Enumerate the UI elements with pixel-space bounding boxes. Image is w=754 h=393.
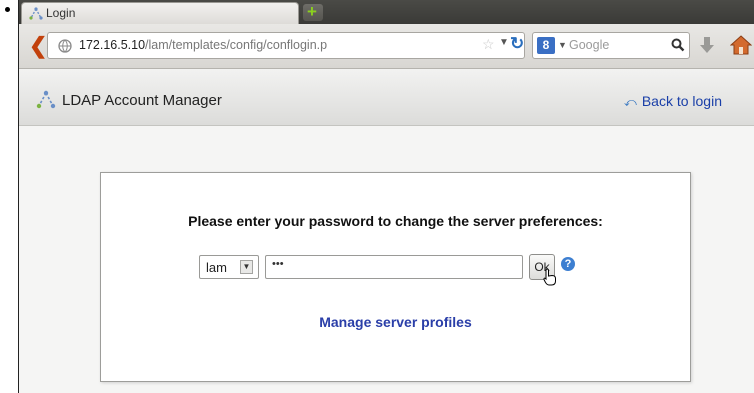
back-to-login-label: Back to login bbox=[641, 93, 722, 109]
download-icon[interactable] bbox=[699, 36, 715, 59]
password-value: ••• bbox=[272, 258, 284, 270]
url-text: 172.16.5.10/lam/templates/config/conflog… bbox=[79, 38, 327, 52]
url-path: /lam/templates/config/conflogin.p bbox=[145, 38, 328, 52]
search-icon[interactable] bbox=[671, 38, 685, 57]
tab-strip: Login + bbox=[19, 0, 754, 24]
new-tab-button[interactable]: + bbox=[303, 2, 323, 21]
url-bar[interactable]: 172.16.5.10/lam/templates/config/conflog… bbox=[47, 32, 525, 59]
bookmark-star-icon[interactable]: ☆ bbox=[482, 36, 495, 53]
tab-login[interactable]: Login bbox=[21, 2, 299, 24]
back-to-login-link[interactable]: ⤺ Back to login bbox=[624, 93, 722, 110]
engine-dropdown-icon[interactable]: ▼ bbox=[558, 40, 567, 50]
browser-screenshot: Login + ❮ 172.16.5.10/lam/templates/conf… bbox=[18, 0, 754, 393]
lam-header: LDAP Account Manager ⤺ Back to login bbox=[19, 69, 754, 126]
search-engine-icon[interactable]: 8 bbox=[537, 37, 555, 54]
server-profile-select[interactable]: lam ▼ bbox=[199, 255, 259, 279]
site-identity-icon[interactable] bbox=[58, 39, 72, 58]
tab-label: Login bbox=[46, 6, 76, 20]
list-bullet bbox=[5, 7, 10, 12]
page-content: LDAP Account Manager ⤺ Back to login Plea… bbox=[19, 69, 754, 393]
home-icon[interactable] bbox=[729, 34, 753, 61]
back-arrow-icon[interactable]: ❮ bbox=[29, 35, 47, 57]
help-icon[interactable]: ? bbox=[561, 257, 575, 271]
hand-cursor-icon bbox=[543, 268, 557, 291]
login-box: Please enter your password to change the… bbox=[100, 172, 691, 382]
password-field[interactable]: ••• bbox=[265, 255, 523, 279]
select-arrow-icon: ▼ bbox=[240, 260, 253, 274]
manage-server-profiles-link[interactable]: Manage server profiles bbox=[101, 314, 690, 330]
search-bar[interactable]: 8 ▼ Google bbox=[532, 32, 690, 59]
back-arrow-small-icon: ⤺ bbox=[624, 95, 637, 109]
server-profile-value: lam bbox=[206, 260, 227, 275]
reload-icon[interactable]: ↻ bbox=[510, 34, 524, 54]
login-prompt: Please enter your password to change the… bbox=[188, 213, 603, 229]
history-dropdown-icon[interactable]: ▼ bbox=[499, 37, 509, 48]
plus-icon: + bbox=[307, 2, 317, 21]
url-host: 172.16.5.10 bbox=[79, 38, 146, 52]
app-title: LDAP Account Manager bbox=[62, 92, 222, 109]
lam-logo-icon bbox=[35, 90, 57, 115]
navigation-bar: ❮ 172.16.5.10/lam/templates/config/confl… bbox=[19, 24, 754, 69]
search-input[interactable]: Google bbox=[569, 38, 609, 52]
